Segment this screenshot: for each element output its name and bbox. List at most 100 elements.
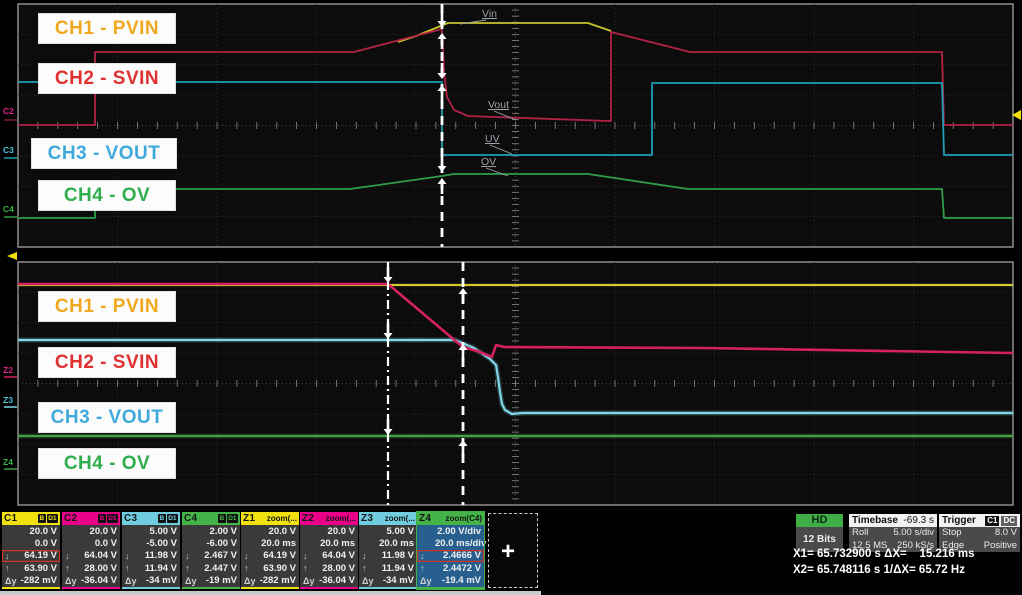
descriptor-value: -19 mV <box>200 575 237 586</box>
measure-icon: ↓ <box>185 551 200 561</box>
descriptor-row: Δy-19 mV <box>182 575 240 587</box>
descriptor-zoom-source: zoom(C4) <box>446 512 482 525</box>
timebase-box[interactable]: Timebase -69.3 s Roll 5.00 s/div 12.5 MS… <box>849 514 937 552</box>
axis-marker-Z2[interactable]: Z2 <box>3 365 13 375</box>
hd-mode-box[interactable]: HD 12 Bits <box>796 514 843 552</box>
trigger-box[interactable]: Trigger C1 DC Stop 8.0 V Edge Positive <box>939 514 1020 552</box>
descriptor-badge-D1: D1 <box>227 514 238 523</box>
descriptor-value: 64.04 V <box>80 550 117 561</box>
timebase-title: Timebase <box>852 514 898 527</box>
descriptor-row: Δy-34 mV <box>122 575 180 587</box>
cursor-readout-x1: X1= 65.732900 s ΔX= 15.216 ms <box>793 548 975 560</box>
descriptor-header-C1[interactable]: C1BD1 <box>2 512 60 525</box>
descriptor-box-C1[interactable]: C1BD120.0 V0.0 V↓64.19 V↑63.90 VΔy-282 m… <box>2 512 60 589</box>
axis-marker-C4[interactable]: C4 <box>3 204 14 214</box>
measure-icon: ↓ <box>65 551 80 561</box>
descriptor-value: 28.00 V <box>318 563 355 574</box>
descriptor-row: ↑28.00 V <box>62 562 120 574</box>
descriptor-row: ↑2.447 V <box>182 562 240 574</box>
annotation-UV: UV <box>485 133 500 145</box>
channel-label-bottom-ch1: CH1 - PVIN <box>38 291 176 322</box>
annotation-OV: OV <box>481 156 496 168</box>
descriptor-value: 20.0 V <box>20 526 57 537</box>
descriptor-box-C2[interactable]: C2BD120.0 V0.0 V↓64.04 V↑28.00 VΔy-36.04… <box>62 512 120 589</box>
descriptor-box-Z4[interactable]: Z4 zoom(C4)2.00 V/div20.0 ms/div↓2.4666 V… <box>417 512 484 589</box>
trigger-title: Trigger <box>942 514 976 527</box>
descriptor-row: ↑63.90 V <box>241 562 299 574</box>
trigger-level: 8.0 V <box>995 527 1017 540</box>
descriptor-badge-B: B <box>98 514 106 523</box>
descriptor-header-C3[interactable]: C3BD1 <box>122 512 180 525</box>
channel-label-top-ch3: CH3 - VOUT <box>31 138 177 169</box>
descriptor-values: 2.00 V-6.00 V↓2.467 V↑2.447 VΔy-19 mV <box>182 525 240 587</box>
measure-icon: ↑ <box>65 563 80 573</box>
descriptor-row: Δy-19.4 mV <box>417 575 484 587</box>
descriptor-id: Z4 <box>419 512 431 525</box>
add-trace-box[interactable]: + <box>488 513 538 588</box>
descriptor-header-C2[interactable]: C2BD1 <box>62 512 120 525</box>
axis-marker-C3[interactable]: C3 <box>3 145 14 155</box>
dialog-bottom-edge <box>0 591 541 595</box>
descriptor-row: 20.0 ms <box>241 537 299 549</box>
descriptor-badge-B: B <box>218 514 226 523</box>
measure-icon: ↓ <box>244 551 259 561</box>
descriptor-row: ↓64.04 V <box>62 550 120 562</box>
descriptor-header-Z3[interactable]: Z3zoom(... <box>359 512 417 525</box>
cursor-readout-x2: X2= 65.748116 s 1/ΔX= 65.72 Hz <box>793 564 965 576</box>
axis-marker-C2[interactable]: C2 <box>3 106 14 116</box>
descriptor-row: 20.0 V <box>300 525 358 537</box>
descriptor-box-C4[interactable]: C4BD12.00 V-6.00 V↓2.467 V↑2.447 VΔy-19 … <box>182 512 240 589</box>
axis-marker-Z4[interactable]: Z4 <box>3 457 13 467</box>
descriptor-box-Z2[interactable]: Z2zoom(...20.0 V20.0 ms↓64.04 V↑28.00 VΔ… <box>300 512 358 589</box>
descriptor-header-Z4[interactable]: Z4 zoom(C4) <box>417 512 484 525</box>
descriptor-row: ↑63.90 V <box>2 562 60 574</box>
timebase-scale: 5.00 s/div <box>893 527 934 540</box>
descriptor-row: -5.00 V <box>122 537 180 549</box>
channel-label-bottom-ch2: CH2 - SVIN <box>38 347 176 378</box>
descriptor-header-Z2[interactable]: Z2zoom(... <box>300 512 358 525</box>
descriptor-value: 2.00 V/div <box>435 526 481 537</box>
oscilloscope-screen: C2C3C4VinVoutUVOV Z2Z3Z4 CH1 - PVINCH2 -… <box>0 0 1022 595</box>
offgrid-marker-icon <box>7 252 17 260</box>
measure-icon: Δy <box>420 576 435 586</box>
descriptor-value: 20.0 ms <box>318 538 355 549</box>
measure-icon: ↓ <box>125 551 140 561</box>
descriptor-id: C4 <box>184 512 197 525</box>
measure-icon: ↑ <box>303 563 318 573</box>
trigger-state: Stop <box>942 527 962 540</box>
descriptor-value: 11.94 V <box>377 563 414 574</box>
measure-icon: Δy <box>125 576 140 586</box>
descriptor-badge-D1: D1 <box>167 514 178 523</box>
descriptor-color-strip <box>182 587 240 589</box>
measure-icon: ↑ <box>244 563 259 573</box>
descriptor-value: -6.00 V <box>200 538 237 549</box>
descriptor-box-C3[interactable]: C3BD15.00 V-5.00 V↓11.98 V↑11.94 VΔy-34 … <box>122 512 180 589</box>
descriptor-values: 2.00 V/div20.0 ms/div↓2.4666 V↑2.4472 VΔ… <box>417 525 484 587</box>
measure-icon: ↑ <box>125 563 140 573</box>
descriptor-value: 2.4472 V <box>435 563 481 574</box>
descriptor-badge-B: B <box>158 514 166 523</box>
descriptor-row: ↓11.98 V <box>122 550 180 562</box>
descriptor-row: ↓11.98 V <box>359 550 417 562</box>
descriptor-values: 20.0 V20.0 ms↓64.19 V↑63.90 VΔy-282 mV <box>241 525 299 587</box>
descriptor-box-Z1[interactable]: Z1zoom(...20.0 V20.0 ms↓64.19 V↑63.90 VΔ… <box>241 512 299 589</box>
measure-icon: Δy <box>185 576 200 586</box>
axis-marker-Z3[interactable]: Z3 <box>3 395 13 405</box>
descriptor-header-C4[interactable]: C4 BD1 <box>182 512 240 525</box>
channel-label-top-ch4: CH4 - OV <box>38 180 176 211</box>
trigger-level-marker-icon[interactable] <box>1012 110 1021 120</box>
descriptor-row: 20.0 V <box>2 525 60 537</box>
descriptor-value: -34 mV <box>140 575 177 586</box>
descriptor-value: -36.04 V <box>318 575 355 586</box>
descriptor-row: ↓64.04 V <box>300 550 358 562</box>
descriptor-row-highlighted: ↓64.19 V <box>2 550 60 562</box>
descriptor-box-Z3[interactable]: Z3zoom(...5.00 V20.0 ms↓11.98 V↑11.94 VΔ… <box>359 512 417 589</box>
descriptor-header-Z1[interactable]: Z1zoom(... <box>241 512 299 525</box>
descriptor-row: -6.00 V <box>182 537 240 549</box>
descriptor-row-highlighted: ↓2.4666 V <box>417 550 484 562</box>
descriptor-color-strip <box>122 587 180 589</box>
descriptor-row: 2.00 V <box>182 525 240 537</box>
measure-icon: Δy <box>362 576 377 586</box>
annotation-Vout: Vout <box>488 99 509 111</box>
descriptor-id: Z3 <box>361 512 373 525</box>
